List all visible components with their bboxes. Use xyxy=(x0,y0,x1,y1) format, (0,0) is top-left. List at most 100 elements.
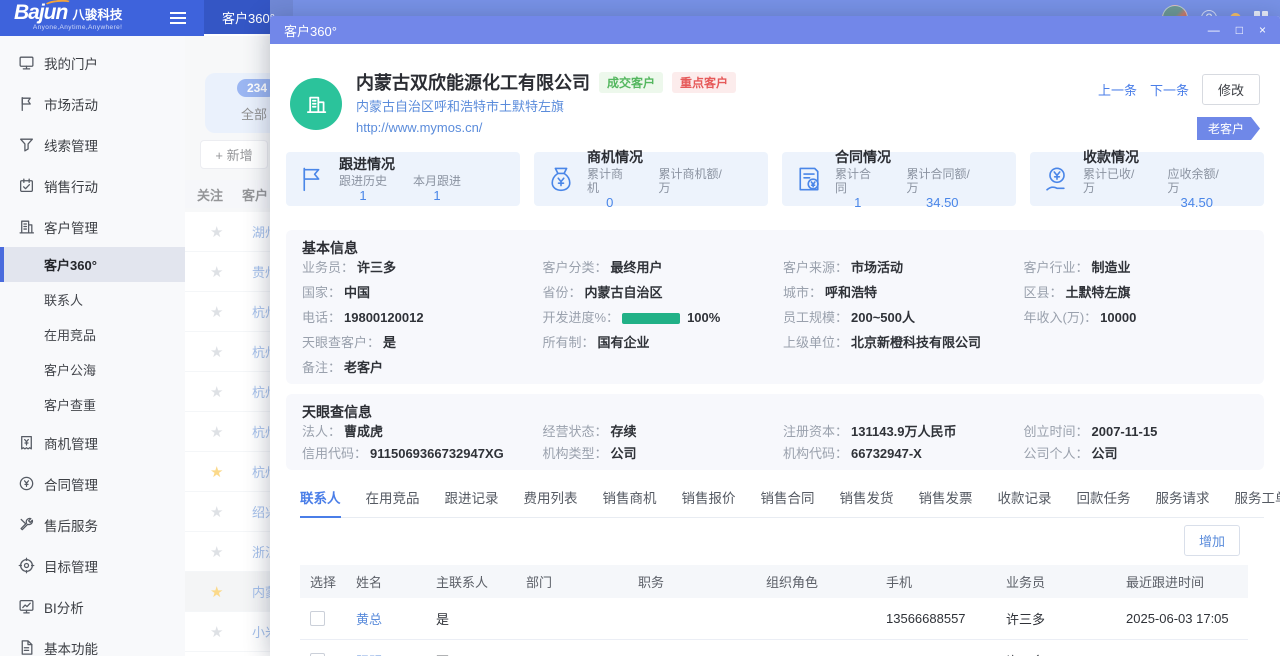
metric-value xyxy=(659,196,730,210)
field-label: 注册资本： xyxy=(783,424,848,440)
star-icon[interactable]: ★ xyxy=(210,423,226,441)
sidebar-item-competitors[interactable]: 在用竞品 xyxy=(0,317,185,352)
sidebar-item-campaign[interactable]: 市场活动 xyxy=(0,83,185,124)
contact-name-link[interactable]: 黄总 xyxy=(346,598,426,640)
detail-tab[interactable]: 销售合同 xyxy=(761,478,815,517)
table-cell xyxy=(516,640,628,656)
sidebar-item-customer-mgmt[interactable]: 客户管理 xyxy=(0,206,185,247)
customer-360-modal: 客户360° — □ × 内蒙古双欣能源化工有限公司 成交客户 重点客户 内蒙古自治… xyxy=(270,16,1280,656)
detail-tab[interactable]: 费用列表 xyxy=(524,478,578,517)
next-record-link[interactable]: 下一条 xyxy=(1150,80,1189,99)
sidebar-item-label: 客户查重 xyxy=(44,395,96,414)
stat-metrics: 跟进历史1 本月跟进1 xyxy=(339,174,487,203)
detail-tab[interactable]: 销售商机 xyxy=(603,478,657,517)
stat-card-opportunity: 商机情况累计商机0累计商机额/万 xyxy=(534,152,768,206)
stat-metrics: 累计合同1累计合同额/万34.50 xyxy=(835,167,1004,210)
field-value: 10000 xyxy=(1100,310,1136,326)
portal-icon xyxy=(18,54,35,71)
add-contact-button[interactable]: 增加 xyxy=(1184,525,1240,556)
sidebar-item-customer-dedup[interactable]: 客户查重 xyxy=(0,387,185,422)
sidebar-item-customer-360[interactable]: 客户360° xyxy=(0,247,185,282)
row-checkbox[interactable] xyxy=(310,611,325,626)
detail-tab[interactable]: 销售报价 xyxy=(682,478,736,517)
star-icon[interactable]: ★ xyxy=(210,303,226,321)
detail-tab[interactable]: 收款记录 xyxy=(998,478,1052,517)
star-icon[interactable]: ★ xyxy=(210,343,226,361)
stat-body: 收款情况累计已收/万应收余额/万34.50 xyxy=(1083,149,1252,210)
stat-card-payment: 收款情况累计已收/万应收余额/万34.50 xyxy=(1030,152,1264,206)
star-icon[interactable]: ★ xyxy=(210,623,226,641)
prev-record-link[interactable]: 上一条 xyxy=(1098,80,1137,99)
star-icon[interactable]: ★ xyxy=(210,503,226,521)
star-icon[interactable]: ★ xyxy=(210,223,226,241)
customer-info: 内蒙古双欣能源化工有限公司 成交客户 重点客户 内蒙古自治区呼和浩特市土默特左旗… xyxy=(356,70,1098,140)
customer-website-link[interactable]: http://www.mymos.cn/ xyxy=(356,120,1098,136)
sidebar-item-customer-pool[interactable]: 客户公海 xyxy=(0,352,185,387)
sidebar-item-after-sales[interactable]: 售后服务 xyxy=(0,504,185,545)
customer-address-link[interactable]: 内蒙古自治区呼和浩特市土默特左旗 xyxy=(356,99,1098,115)
sidebar-item-label: 基本功能 xyxy=(44,638,98,656)
field-value: 许三多 xyxy=(357,260,396,276)
field-value: 是 xyxy=(383,335,396,351)
close-icon[interactable]: × xyxy=(1259,24,1266,36)
star-icon[interactable]: ★ xyxy=(210,463,226,481)
detail-tab[interactable]: 销售发货 xyxy=(840,478,894,517)
detail-tab[interactable]: 在用竞品 xyxy=(366,478,420,517)
contacts-table: 选择姓名主联系人部门职务组织角色手机业务员最近跟进时间 黄总是135666885… xyxy=(300,565,1248,656)
star-icon[interactable]: ★ xyxy=(210,383,226,401)
info-field: 员工规模：200~500人 xyxy=(783,310,1008,326)
detail-tab[interactable]: 跟进记录 xyxy=(445,478,499,517)
logo: Bajun 八骏科技 Anyone,Anytime,Anywhere! xyxy=(14,2,122,32)
field-value: 公司 xyxy=(611,446,637,462)
star-icon[interactable]: ★ xyxy=(210,583,226,601)
maximize-icon[interactable]: □ xyxy=(1236,24,1243,36)
detail-tab[interactable]: 回款任务 xyxy=(1077,478,1131,517)
sidebar-item-contacts[interactable]: 联系人 xyxy=(0,282,185,317)
old-customer-ribbon: 老客户 xyxy=(1197,117,1260,140)
field-label: 开发进度%： xyxy=(543,310,620,326)
sidebar-item-leads[interactable]: 线索管理 xyxy=(0,124,185,165)
detail-tab[interactable]: 服务请求 xyxy=(1156,478,1210,517)
stat-card-follow: 跟进情况跟进历史1本月跟进1 xyxy=(286,152,520,206)
modal-title: 客户360° xyxy=(284,21,337,40)
metric-label: 累计已收/万 xyxy=(1083,167,1142,195)
metric-value: 1 xyxy=(413,189,461,203)
sidebar-item-contract[interactable]: 合同管理 xyxy=(0,463,185,504)
customer-header-card: 内蒙古双欣能源化工有限公司 成交客户 重点客户 内蒙古自治区呼和浩特市土默特左旗… xyxy=(286,70,1264,140)
field-value: 制造业 xyxy=(1092,260,1131,276)
detail-tab[interactable]: 服务工单 xyxy=(1235,478,1280,517)
add-customer-button[interactable]: + 新增 xyxy=(200,140,268,169)
minimize-icon[interactable]: — xyxy=(1208,24,1220,36)
sidebar-item-opportunity[interactable]: 商机管理 xyxy=(0,422,185,463)
detail-tab[interactable]: 销售发票 xyxy=(919,478,973,517)
sidebar-item-basic[interactable]: 基本功能 xyxy=(0,627,185,656)
logo-tagline: Anyone,Anytime,Anywhere! xyxy=(14,25,122,32)
sidebar-item-portal[interactable]: 我的门户 xyxy=(0,42,185,83)
sidebar-item-sales-action[interactable]: 销售行动 xyxy=(0,165,185,206)
column-header: 主联系人 xyxy=(426,565,516,598)
tag-deal-customer: 成交客户 xyxy=(599,72,663,93)
contract-icon xyxy=(18,475,35,492)
field-label: 省份： xyxy=(543,285,582,301)
star-icon[interactable]: ★ xyxy=(210,543,226,561)
field-value: 9115069366732947XG xyxy=(370,446,504,462)
field-value: 存续 xyxy=(611,424,637,440)
edit-button[interactable]: 修改 xyxy=(1202,74,1260,105)
sidebar-item-bi[interactable]: BI分析 xyxy=(0,586,185,627)
star-icon[interactable]: ★ xyxy=(210,263,226,281)
column-header: 姓名 xyxy=(346,565,426,598)
stat-metric: 累计合同额/万34.50 xyxy=(907,167,978,210)
metric-label: 本月跟进 xyxy=(413,174,461,188)
contact-name-link[interactable]: 阳明 xyxy=(346,640,426,656)
sidebar-item-target[interactable]: 目标管理 xyxy=(0,545,185,586)
stat-metric: 跟进历史1 xyxy=(339,174,387,203)
detail-tab[interactable]: 联系人 xyxy=(300,478,341,517)
logo-swoosh-icon xyxy=(44,0,73,10)
column-header-customer: 客户 xyxy=(242,185,268,204)
column-header: 业务员 xyxy=(996,565,1116,598)
info-field: 客户分类：最终用户 xyxy=(543,260,768,276)
menu-icon[interactable] xyxy=(170,17,186,19)
stat-title: 收款情况 xyxy=(1083,149,1252,166)
table-cell: 是 xyxy=(426,598,516,640)
info-field: 上级单位：北京新橙科技有限公司 xyxy=(783,335,1008,351)
